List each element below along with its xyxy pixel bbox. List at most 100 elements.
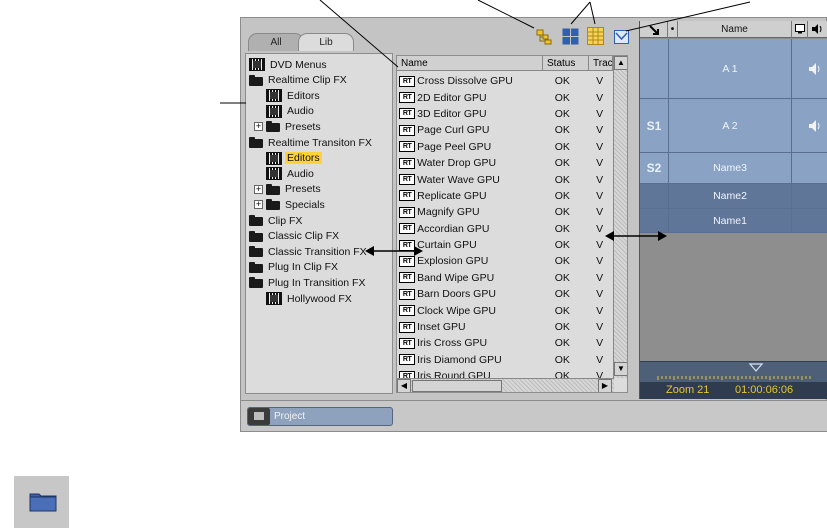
- playhead-triangle-icon: [748, 363, 764, 372]
- expand-plus-icon[interactable]: +: [254, 122, 263, 132]
- timecode: 01:00:06:06: [735, 384, 794, 396]
- realtime-effect-icon: RT: [399, 223, 416, 235]
- folder-icon: [249, 230, 263, 242]
- zoom-bar: Zoom 21 01:00:06:06: [640, 382, 827, 399]
- list-item[interactable]: RT Curtain GPU OK V: [397, 237, 615, 253]
- effect-name: Clock Wipe GPU: [417, 304, 496, 317]
- timeline-track[interactable]: S2 Name3: [640, 153, 827, 184]
- film-icon: [266, 89, 282, 103]
- list-item[interactable]: RT Explosion GPU OK V: [397, 253, 615, 269]
- list-item[interactable]: RT Clock Wipe GPU OK V: [397, 302, 615, 318]
- track-select-arrow-icon[interactable]: [640, 21, 668, 38]
- timeline-track[interactable]: A 1: [640, 39, 827, 99]
- tree-item[interactable]: Editors: [266, 151, 322, 166]
- list-item[interactable]: RT Page Peel GPU OK V: [397, 139, 615, 155]
- effect-name: Band Wipe GPU: [417, 271, 495, 284]
- effect-status: OK: [554, 157, 570, 170]
- bottom-bar: Project: [241, 400, 827, 431]
- list-item[interactable]: RT Iris Diamond GPU OK V: [397, 352, 615, 368]
- list-item[interactable]: RT Replicate GPU OK V: [397, 188, 615, 204]
- effect-status: OK: [554, 173, 570, 186]
- tree-item-label: Plug In Clip FX: [268, 261, 339, 274]
- realtime-effect-icon: RT: [399, 305, 416, 317]
- list-item[interactable]: RT 3D Editor GPU OK V: [397, 106, 615, 122]
- monitor-icon[interactable]: [792, 21, 808, 38]
- tree-item[interactable]: + Presets: [254, 182, 323, 197]
- tree-item[interactable]: + Presets: [254, 119, 323, 134]
- expand-plus-icon[interactable]: +: [254, 200, 263, 210]
- project-button[interactable]: Project: [247, 407, 393, 426]
- speaker-icon[interactable]: [808, 21, 827, 38]
- tree-item[interactable]: Plug In Transition FX: [249, 275, 367, 290]
- list-item[interactable]: RT Accordian GPU OK V: [397, 221, 615, 237]
- tree-item-label: Hollywood FX: [287, 292, 352, 305]
- timeline-track[interactable]: S1 A 2: [640, 99, 827, 153]
- column-header-name[interactable]: Name: [397, 56, 543, 71]
- track-speaker-icon[interactable]: [808, 62, 822, 76]
- list-item[interactable]: RT Cross Dissolve GPU OK V: [397, 73, 615, 89]
- list-item[interactable]: RT Band Wipe GPU OK V: [397, 270, 615, 286]
- tree-item[interactable]: Audio: [266, 166, 316, 181]
- timeline-name-header: Name: [678, 21, 792, 38]
- list-item[interactable]: RT 2D Editor GPU OK V: [397, 89, 615, 105]
- tab-lib[interactable]: Lib: [298, 33, 354, 51]
- tree-item-label: Editors: [287, 89, 320, 102]
- timeline-track[interactable]: Name1: [640, 209, 827, 233]
- horizontal-scrollbar[interactable]: ◀ ▶: [397, 378, 614, 392]
- scroll-down-arrow-icon[interactable]: ▼: [614, 362, 627, 376]
- tree-item-label: Presets: [285, 120, 321, 133]
- tree-item[interactable]: Hollywood FX: [266, 291, 354, 306]
- list-item[interactable]: RT Inset GPU OK V: [397, 319, 615, 335]
- horizontal-scroll-thumb[interactable]: [412, 380, 502, 392]
- tree-item[interactable]: Audio: [266, 104, 316, 119]
- tree-view-icon[interactable]: [536, 29, 552, 45]
- grid-view-icon[interactable]: [562, 28, 579, 45]
- vertical-scrollbar[interactable]: ▲ ▼: [613, 56, 627, 378]
- scroll-up-arrow-icon[interactable]: ▲: [614, 56, 627, 70]
- list-item[interactable]: RT Water Wave GPU OK V: [397, 171, 615, 187]
- tree-item[interactable]: DVD Menus: [249, 57, 329, 72]
- track-speaker-icon[interactable]: [808, 119, 822, 133]
- tree-item-label: Editors: [285, 152, 322, 165]
- tree-item[interactable]: Editors: [266, 88, 322, 103]
- realtime-effect-icon: RT: [399, 92, 416, 104]
- folder-icon: [249, 277, 263, 289]
- list-item[interactable]: RT Page Curl GPU OK V: [397, 122, 615, 138]
- tree-item[interactable]: Clip FX: [249, 213, 304, 228]
- list-item[interactable]: RT Iris Cross GPU OK V: [397, 335, 615, 351]
- expand-plus-icon[interactable]: +: [254, 184, 263, 194]
- film-icon: [266, 167, 282, 181]
- screen: All Lib DVD Menus Realtime Clip FX Editors…: [0, 0, 827, 528]
- realtime-effect-icon: RT: [399, 75, 416, 87]
- tree-item[interactable]: + Specials: [254, 197, 327, 212]
- column-header-track[interactable]: Trac: [589, 56, 613, 71]
- timeline-ruler[interactable]: [640, 361, 827, 382]
- track-label: S1: [646, 118, 662, 133]
- scroll-left-arrow-icon[interactable]: ◀: [397, 379, 411, 392]
- list-item[interactable]: RT Water Drop GPU OK V: [397, 155, 615, 171]
- film-icon: [266, 104, 282, 118]
- effect-name: Curtain GPU: [417, 239, 477, 252]
- list-view-icon[interactable]: [587, 27, 604, 45]
- tree-item[interactable]: Realtime Transiton FX: [249, 135, 374, 150]
- column-header-status[interactable]: Status: [543, 56, 589, 71]
- tab-all[interactable]: All: [248, 33, 304, 51]
- list-item[interactable]: RT Magnify GPU OK V: [397, 204, 615, 220]
- folder-icon: [249, 74, 263, 86]
- timeline-empty-area: [640, 253, 827, 361]
- track-name: A 1: [668, 39, 792, 98]
- timeline-track[interactable]: Name2: [640, 184, 827, 209]
- effect-name: Water Drop GPU: [417, 157, 497, 170]
- project-label: Project: [274, 411, 306, 422]
- list-item[interactable]: RT Barn Doors GPU OK V: [397, 286, 615, 302]
- effect-status: OK: [554, 353, 570, 366]
- scroll-right-arrow-icon[interactable]: ▶: [598, 379, 612, 392]
- tree-item[interactable]: Classic Clip FX: [249, 229, 341, 244]
- tree-item[interactable]: Plug In Clip FX: [249, 260, 340, 275]
- film-icon: [266, 292, 282, 305]
- effect-status: OK: [554, 91, 570, 104]
- tree-item[interactable]: Realtime Clip FX: [249, 73, 349, 88]
- tree-item[interactable]: Classic Transition FX: [249, 244, 369, 259]
- mail-icon[interactable]: [614, 30, 629, 44]
- effect-name: Magnify GPU: [417, 206, 480, 219]
